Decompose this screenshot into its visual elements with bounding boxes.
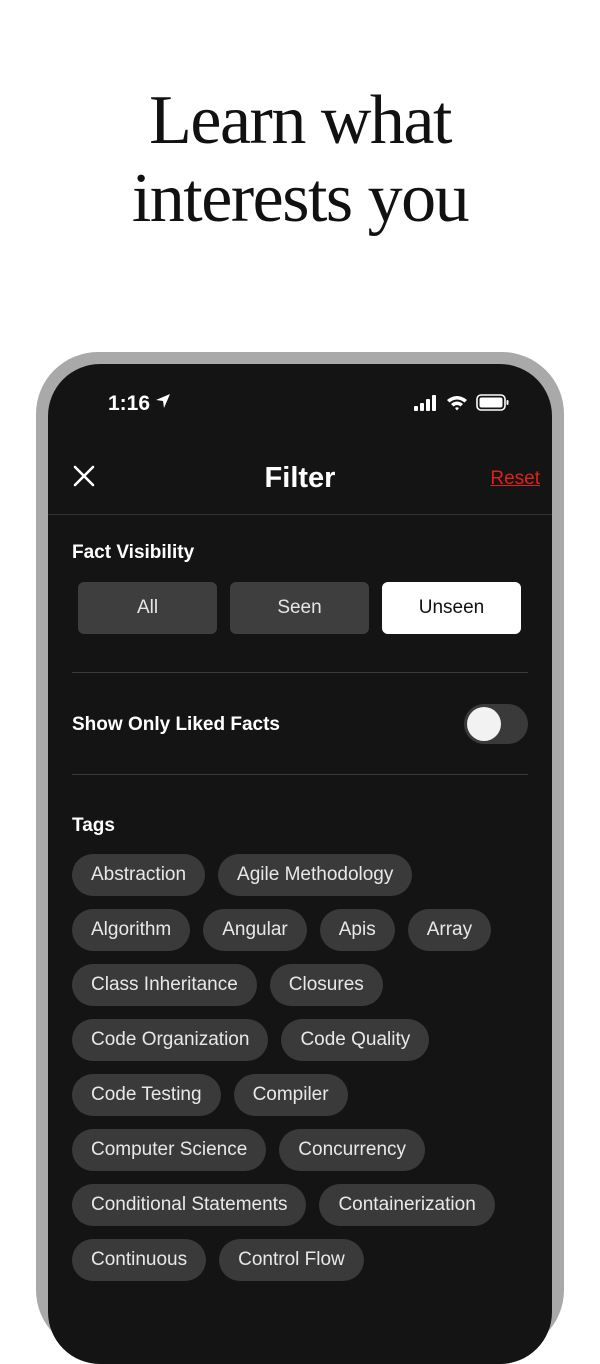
tag-chip-code-testing[interactable]: Code Testing bbox=[72, 1074, 221, 1116]
page-title: Filter bbox=[264, 462, 336, 494]
status-icons bbox=[414, 394, 510, 416]
tag-chip-containerization[interactable]: Containerization bbox=[319, 1184, 495, 1226]
marketing-headline: Learn what interests you bbox=[0, 82, 600, 238]
status-time: 1:16 bbox=[108, 392, 172, 416]
tag-chip-array[interactable]: Array bbox=[407, 909, 492, 951]
reset-button[interactable]: Reset bbox=[490, 468, 540, 490]
tag-chip-compiler[interactable]: Compiler bbox=[233, 1074, 348, 1116]
tag-chip-apis[interactable]: Apis bbox=[319, 909, 395, 951]
tag-chip-control-flow[interactable]: Control Flow bbox=[219, 1239, 364, 1281]
status-time-text: 1:16 bbox=[108, 392, 151, 415]
section-divider bbox=[72, 672, 528, 673]
status-bar: 1:16 bbox=[48, 364, 552, 444]
liked-facts-toggle[interactable] bbox=[464, 704, 528, 744]
liked-facts-label: Show Only Liked Facts bbox=[72, 714, 280, 735]
location-arrow-icon bbox=[154, 392, 172, 416]
section-divider bbox=[72, 774, 528, 775]
tag-chip-computer-science[interactable]: Computer Science bbox=[72, 1129, 267, 1171]
fact-visibility-label: Fact Visibility bbox=[72, 542, 195, 563]
headline-line-2: interests you bbox=[131, 160, 470, 237]
visibility-option-all[interactable]: All bbox=[78, 582, 217, 634]
toggle-knob bbox=[467, 707, 501, 741]
tags-label: Tags bbox=[72, 815, 115, 836]
battery-icon bbox=[476, 394, 510, 416]
tag-chip-agile-methodology[interactable]: Agile Methodology bbox=[218, 854, 413, 896]
cellular-signal-icon bbox=[414, 394, 438, 416]
headline-line-1: Learn what bbox=[149, 82, 452, 159]
tag-chip-code-quality[interactable]: Code Quality bbox=[281, 1019, 430, 1061]
tag-chip-code-organization[interactable]: Code Organization bbox=[72, 1019, 269, 1061]
tag-chip-continuous[interactable]: Continuous bbox=[72, 1239, 207, 1281]
visibility-option-unseen[interactable]: Unseen bbox=[382, 582, 521, 634]
tag-list: Abstraction Agile Methodology Algorithm … bbox=[72, 854, 528, 1281]
filter-nav-bar: Filter Reset bbox=[48, 444, 552, 515]
visibility-option-seen[interactable]: Seen bbox=[230, 582, 369, 634]
phone-screen: 1:16 Filter Reset Fact Visibility All Se… bbox=[48, 364, 552, 1364]
tag-chip-conditional-statements[interactable]: Conditional Statements bbox=[72, 1184, 307, 1226]
tag-chip-closures[interactable]: Closures bbox=[269, 964, 383, 1006]
tag-chip-abstraction[interactable]: Abstraction bbox=[72, 854, 206, 896]
tag-chip-concurrency[interactable]: Concurrency bbox=[279, 1129, 426, 1171]
tag-chip-angular[interactable]: Angular bbox=[203, 909, 307, 951]
tag-chip-algorithm[interactable]: Algorithm bbox=[72, 909, 191, 951]
fact-visibility-segmented-control: All Seen Unseen bbox=[78, 582, 521, 634]
tag-chip-class-inheritance[interactable]: Class Inheritance bbox=[72, 964, 257, 1006]
wifi-icon bbox=[446, 395, 468, 416]
